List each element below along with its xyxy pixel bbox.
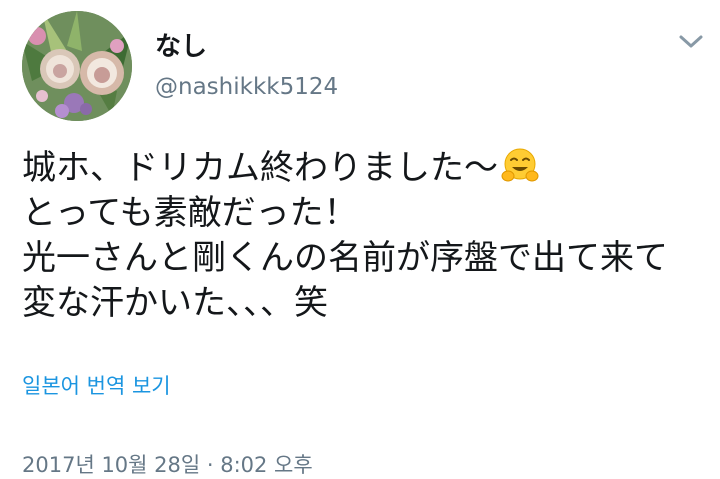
tweet-text-line-1: 城ホ、ドリカム終わりました〜 (22, 148, 498, 188)
tweet-text: 城ホ、ドリカム終わりました〜 とっても素敵だった！ 光一さんと剛くんの名前が序盤… (22, 146, 712, 326)
tweet-text-line-3: 光一さんと剛くんの名前が序盤で出て来て (22, 238, 668, 278)
display-name[interactable]: なし (155, 30, 207, 64)
chevron-down-icon[interactable] (676, 28, 706, 54)
user-handle[interactable]: @nashikkk5124 (155, 72, 338, 102)
hugging-face-emoji-icon (500, 146, 540, 186)
tweet-card: なし @nashikkk5124 城ホ、ドリカム終わりました〜 とっても素敵だっ… (0, 0, 720, 477)
flower-photo-avatar-image (22, 11, 132, 121)
tweet-text-line-2: とっても素敵だった！ (22, 193, 358, 233)
tweet-text-line-4: 変な汗かいた、、、笑 (22, 283, 328, 323)
tweet-text-line: 城ホ、ドリカム終わりました〜 (22, 146, 712, 191)
avatar[interactable] (22, 11, 132, 121)
translate-tweet-link[interactable]: 일본어 번역 보기 (22, 372, 171, 400)
tweet-timestamp[interactable]: 2017년 10월 28일 · 8:02 오후 (22, 451, 313, 479)
